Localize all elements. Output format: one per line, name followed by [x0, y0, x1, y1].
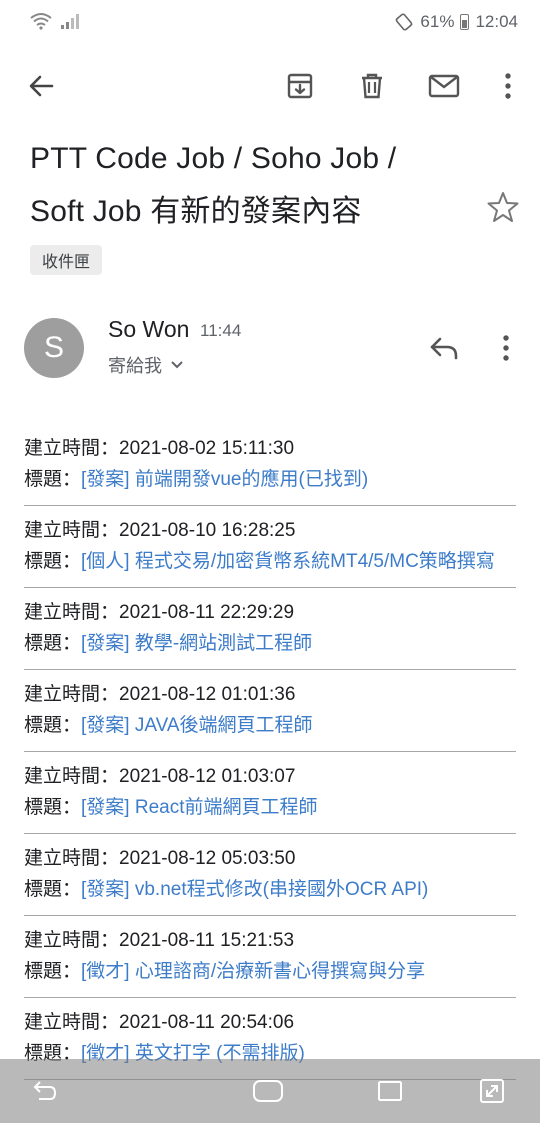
title-link[interactable]: [發案] JAVA後端網頁工程師 — [81, 715, 313, 736]
created-time: 2021-08-02 15:11:30 — [119, 438, 295, 459]
message-more-button[interactable] — [486, 328, 526, 368]
inbox-label-chip[interactable]: 收件匣 — [30, 245, 103, 275]
home-icon — [253, 1080, 283, 1102]
status-right: 61% 12:04 — [394, 12, 518, 32]
created-time: 2021-08-11 20:54:06 — [119, 1012, 295, 1033]
title-label: 標題： — [24, 633, 82, 654]
list-item: 建立時間：2021-08-10 16:28:25 標題：[個人] 程式交易/加密… — [24, 506, 516, 588]
created-time: 2021-08-12 05:03:50 — [119, 848, 296, 869]
created-time: 2021-08-11 15:21:53 — [119, 930, 295, 951]
star-icon — [487, 192, 519, 222]
list-item: 建立時間：2021-08-12 05:03:50 標題：[發案] vb.net程… — [24, 834, 516, 916]
list-item: 建立時間：2021-08-11 15:21:53 標題：[徵才] 心理諮商/治療… — [24, 916, 516, 998]
list-item: 建立時間：2021-08-02 15:11:30 標題：[發案] 前端開發vue… — [24, 424, 516, 506]
nav-expand-button[interactable] — [472, 1071, 512, 1111]
back-icon — [29, 75, 54, 97]
nav-recents-button[interactable] — [370, 1071, 410, 1111]
title-label: 標題： — [24, 961, 82, 982]
created-time-label: 建立時間： — [24, 930, 120, 951]
recipients-label: 寄給我 — [108, 356, 162, 376]
sender-time: 11:44 — [200, 321, 242, 340]
signal-icon — [61, 14, 79, 29]
star-button[interactable] — [486, 190, 522, 226]
archive-icon — [287, 73, 313, 99]
nav-back-button[interactable] — [24, 1071, 64, 1111]
nav-home-button[interactable] — [248, 1071, 288, 1111]
created-time: 2021-08-11 22:29:29 — [119, 602, 295, 623]
title-label: 標題： — [24, 469, 82, 490]
email-body: 建立時間：2021-08-02 15:11:30 標題：[發案] 前端開發vue… — [24, 424, 516, 1080]
battery-icon — [460, 14, 470, 30]
more-button[interactable] — [484, 58, 532, 114]
wifi-icon — [30, 13, 52, 30]
created-time-label: 建立時間： — [24, 602, 120, 623]
list-item: 建立時間：2021-08-12 01:03:07 標題：[發案] React前端… — [24, 752, 516, 834]
created-time-label: 建立時間： — [24, 520, 120, 541]
title-link[interactable]: [發案] React前端網頁工程師 — [81, 797, 317, 818]
created-time-label: 建立時間： — [24, 766, 120, 787]
title-label: 標題： — [24, 797, 82, 818]
title-label: 標題： — [24, 715, 82, 736]
trash-icon — [362, 73, 382, 99]
reply-button[interactable] — [422, 328, 466, 368]
reply-icon — [430, 337, 458, 360]
subject-line-1: PTT Code Job / Soho Job / — [30, 142, 397, 175]
title-label: 標題： — [24, 551, 82, 572]
created-time: 2021-08-10 16:28:25 — [119, 520, 296, 541]
more-vert-icon — [505, 73, 511, 99]
expand-icon — [480, 1079, 504, 1103]
nav-back-icon — [33, 1081, 57, 1100]
recipients-toggle[interactable]: 寄給我 — [108, 352, 184, 378]
mark-unread-button[interactable] — [420, 58, 468, 114]
created-time-label: 建立時間： — [24, 1012, 120, 1033]
list-item: 建立時間：2021-08-12 01:01:36 標題：[發案] JAVA後端網… — [24, 670, 516, 752]
mail-icon — [428, 74, 460, 98]
title-link[interactable]: [個人] 程式交易/加密貨幣系統MT4/5/MC策略撰寫 — [81, 551, 495, 572]
title-link[interactable]: [發案] 前端開發vue的應用(已找到) — [81, 469, 368, 490]
avatar[interactable]: S — [24, 318, 84, 378]
navigation-bar — [0, 1059, 540, 1123]
sender-name: So Won — [108, 316, 190, 342]
created-time-label: 建立時間： — [24, 438, 120, 459]
title-label: 標題： — [24, 879, 82, 900]
delete-button[interactable] — [348, 58, 396, 114]
created-time: 2021-08-12 01:03:07 — [119, 766, 296, 787]
subject-line-2: Soft Job 有新的發案內容 — [30, 195, 362, 228]
recents-icon — [378, 1081, 402, 1101]
list-item: 建立時間：2021-08-11 22:29:29 標題：[發案] 教學-網站測試… — [24, 588, 516, 670]
status-time: 12:04 — [475, 12, 518, 31]
battery-percent: 61% — [420, 12, 455, 31]
chevron-down-icon — [171, 361, 183, 369]
back-button[interactable] — [17, 58, 65, 114]
toolbar — [0, 58, 540, 114]
title-link[interactable]: [徵才] 心理諮商/治療新書心得撰寫與分享 — [81, 961, 425, 982]
created-time: 2021-08-12 01:01:36 — [119, 684, 296, 705]
email-subject: PTT Code Job / Soho Job / Soft Job 有新的發案… — [30, 132, 460, 238]
status-left-icons — [30, 12, 80, 30]
status-bar: 61% 12:04 — [0, 0, 540, 46]
archive-button[interactable] — [276, 58, 324, 114]
title-link[interactable]: [發案] vb.net程式修改(串接國外OCR API) — [81, 879, 428, 900]
created-time-label: 建立時間： — [24, 848, 120, 869]
vibrate-icon — [395, 13, 413, 31]
title-link[interactable]: [發案] 教學-網站測試工程師 — [81, 633, 312, 654]
more-vert-icon — [503, 335, 509, 361]
created-time-label: 建立時間： — [24, 684, 120, 705]
